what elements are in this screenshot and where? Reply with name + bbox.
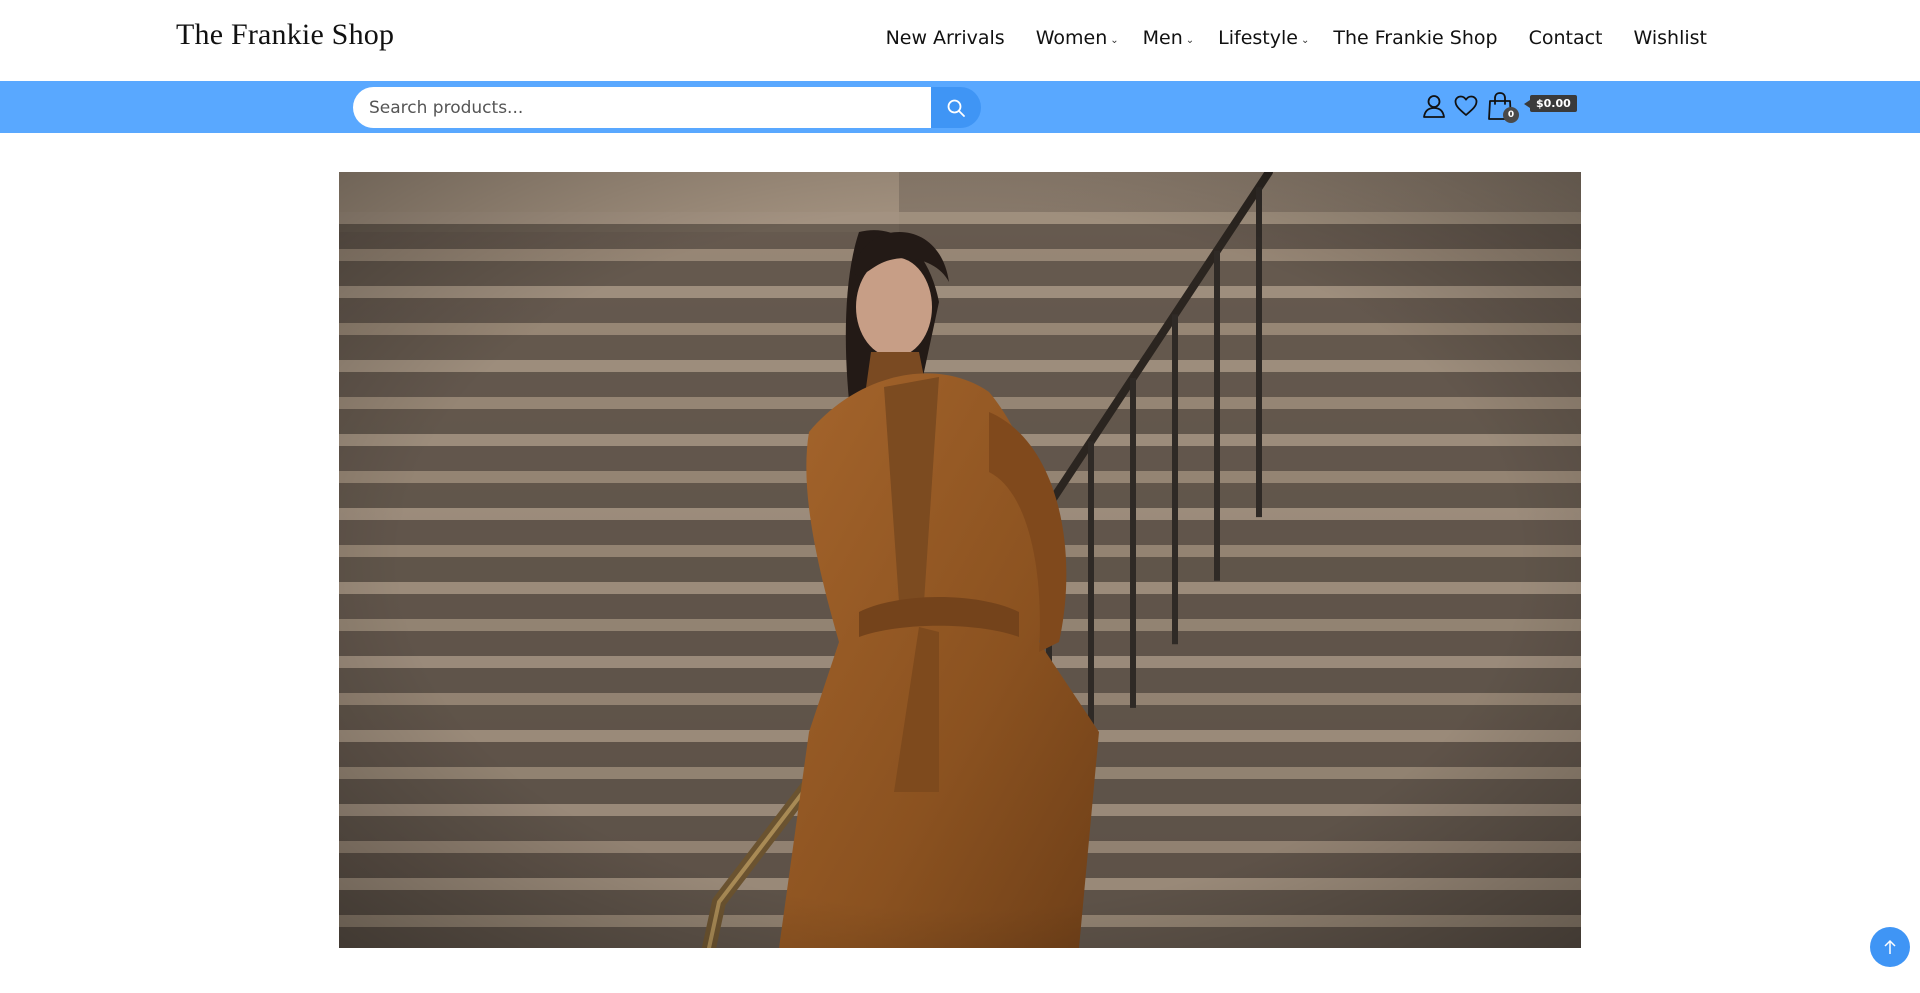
account-button[interactable]: [1420, 92, 1448, 120]
nav-item-new-arrivals[interactable]: New Arrivals: [886, 27, 1005, 49]
nav-item-the-frankie-shop[interactable]: The Frankie Shop: [1333, 27, 1497, 49]
search-button[interactable]: [931, 87, 981, 128]
cart-button[interactable]: 0: [1486, 91, 1519, 123]
nav-item-men[interactable]: Men ⌄: [1143, 27, 1195, 49]
arrow-up-icon: [1884, 939, 1896, 954]
wishlist-button[interactable]: [1452, 92, 1480, 120]
search-form: [353, 87, 981, 128]
nav-item-wishlist[interactable]: Wishlist: [1634, 27, 1708, 49]
nav-item-label: Women: [1035, 27, 1108, 49]
site-header: The Frankie Shop New Arrivals Women ⌄ Me…: [0, 0, 1920, 81]
nav-item-lifestyle[interactable]: Lifestyle ⌄: [1218, 27, 1309, 49]
header-actions: 0 $0.00: [1420, 90, 1577, 123]
search-icon: [947, 99, 965, 117]
cart-total: $0.00: [1524, 94, 1577, 112]
hero-image: [339, 172, 1581, 948]
user-icon: [1423, 95, 1445, 118]
site-logo[interactable]: The Frankie Shop: [176, 18, 394, 52]
main-nav: New Arrivals Women ⌄ Men ⌄ Lifestyle ⌄ T…: [855, 27, 1707, 49]
nav-item-contact[interactable]: Contact: [1529, 27, 1603, 49]
scroll-to-top-button[interactable]: [1870, 927, 1910, 967]
nav-item-label: New Arrivals: [885, 27, 1005, 49]
heart-icon: [1454, 95, 1478, 116]
chevron-down-icon: ⌄: [1185, 34, 1195, 46]
nav-item-women[interactable]: Women ⌄: [1036, 27, 1119, 49]
nav-item-label: Men: [1142, 27, 1183, 49]
chevron-down-icon: ⌄: [1300, 34, 1310, 46]
nav-item-label: Contact: [1528, 27, 1603, 49]
hero-photo: [339, 172, 1581, 948]
nav-item-label: Lifestyle: [1218, 27, 1298, 49]
nav-item-label: Wishlist: [1633, 27, 1708, 49]
search-input[interactable]: [353, 87, 931, 128]
nav-item-label: The Frankie Shop: [1333, 27, 1498, 49]
chevron-down-icon: ⌄: [1110, 34, 1119, 46]
cart-count-badge: 0: [1503, 107, 1519, 123]
